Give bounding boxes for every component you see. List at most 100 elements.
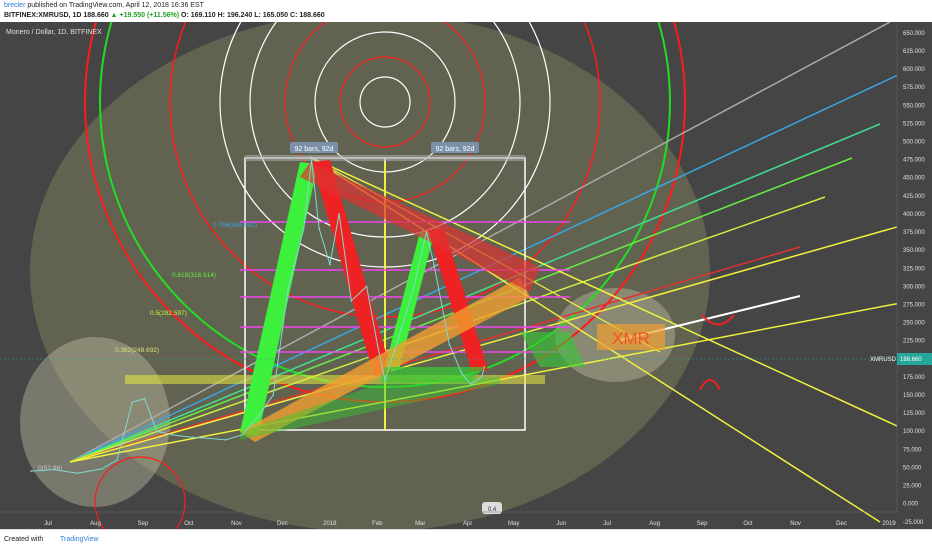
price-point: [483, 366, 486, 368]
x-tick-label: Jul: [44, 521, 52, 527]
y-tick-label: 0.000: [903, 502, 919, 508]
low-value: L: 165.050: [254, 12, 289, 19]
y-tick-label: 150.000: [903, 393, 925, 399]
price-point: [365, 285, 368, 288]
y-tick-label: 125.000: [903, 411, 925, 417]
y-tick-label: 425.000: [903, 194, 925, 200]
publish-info: published on TradingView.com, April 12, …: [27, 2, 204, 9]
price-point: [143, 397, 146, 400]
y-tick-label: -25.000: [903, 520, 924, 526]
x-tick-label: Dec: [277, 521, 288, 527]
xmr-watermark: XMR: [612, 329, 650, 348]
price-point: [272, 394, 275, 396]
fib-label-0: 0(52.98): [38, 465, 62, 472]
x-tick-label: Nov: [231, 521, 242, 527]
x-tick-label: Dec: [836, 521, 847, 527]
change-value: +19.550 (+11.56%): [119, 12, 180, 19]
price-point: [338, 213, 340, 215]
price-point: [448, 343, 451, 346]
price-point: [310, 158, 313, 161]
quote-line: BITFINEX:XMRUSD, 1D 188.660 ▲ +19.550 (+…: [4, 12, 325, 19]
bars-label-1: 92 bars, 92d: [295, 146, 334, 153]
symbol-label: BITFINEX:XMRUSD, 1D: [4, 12, 82, 19]
close-value: C: 188.660: [290, 12, 325, 19]
price-point: [470, 383, 472, 385]
y-tick-label: 475.000: [903, 158, 925, 164]
current-price-symbol: XMRUSD: [870, 357, 897, 363]
x-tick-label: 2019: [882, 521, 896, 527]
price-point: [100, 468, 103, 470]
bars-label-2: 92 bars, 92d: [436, 146, 475, 153]
y-tick-label: 250.000: [903, 321, 925, 327]
fib-label-382: 0.382(248.692): [115, 347, 159, 354]
y-tick-label: 600.000: [903, 67, 925, 73]
price-point: [413, 285, 415, 288]
price-point: [171, 434, 173, 436]
x-tick-label: 2018: [323, 521, 337, 527]
y-tick-label: 275.000: [903, 302, 925, 308]
price-point: [257, 415, 259, 418]
price-point: [209, 437, 212, 440]
y-tick-label: 550.000: [903, 103, 925, 109]
x-tick-label: Feb: [372, 521, 383, 527]
y-tick-label: 100.000: [903, 429, 925, 435]
y-tick-label: 325.000: [903, 266, 925, 272]
footer: Created with TradingView: [0, 529, 932, 550]
price-point: [433, 263, 435, 266]
x-tick-label: Oct: [184, 521, 194, 527]
drawing-layer: XMR 92 bars, 92d 92 bars, 92d 0.786(366.…: [20, 22, 932, 529]
top-bar: [245, 155, 525, 161]
price-point: [224, 439, 227, 441]
y-tick-label: 75.000: [903, 447, 922, 453]
x-tick-label: Jul: [603, 521, 611, 527]
x-tick-label: Mar: [415, 521, 425, 527]
y-tick-label: 25.000: [903, 484, 922, 490]
x-tick-label: Aug: [90, 521, 101, 527]
y-tick-label: 525.000: [903, 121, 925, 127]
price-point: [53, 468, 55, 471]
chart-svg[interactable]: XMR 92 bars, 92d 92 bars, 92d 0.786(366.…: [0, 22, 932, 529]
publish-line: brecler published on TradingView.com, Ap…: [4, 2, 204, 9]
price-point: [398, 336, 400, 338]
open-value: O: 169.110: [181, 12, 216, 19]
x-tick-label: Aug: [649, 521, 660, 527]
y-tick-label: 50.000: [903, 465, 922, 471]
y-tick-label: 500.000: [903, 140, 925, 146]
chart-title: Monero / Dollar, 1D, BITFINEX: [6, 29, 102, 36]
chart-area[interactable]: XMR 92 bars, 92d 92 bars, 92d 0.786(366.…: [0, 22, 932, 529]
x-axis[interactable]: Jul Aug Sep Oct Nov Dec 2018 Feb Mar Apr May Jun Jul…: [44, 521, 896, 527]
y-tick-label: 350.000: [903, 248, 925, 254]
x-tick-label: Jun: [556, 521, 566, 527]
tradingview-logo[interactable]: TradingView: [60, 536, 99, 543]
frown-icon: [699, 379, 721, 391]
y-tick-label: 175.000: [903, 375, 925, 381]
author-link[interactable]: brecler: [4, 2, 25, 9]
x-tick-label: May: [508, 521, 519, 527]
price-point: [241, 434, 244, 436]
price-point: [156, 430, 158, 433]
x-tick-label: Nov: [790, 521, 801, 527]
y-tick-label: 225.000: [903, 339, 925, 345]
price-point: [303, 227, 305, 230]
price-point: [30, 470, 32, 472]
fib-label-618: 0.618(316.614): [172, 272, 216, 279]
price-point: [425, 231, 428, 233]
price-point: [329, 263, 331, 266]
price-point: [384, 379, 386, 382]
y-tick-label: 300.000: [903, 284, 925, 290]
price-point: [480, 376, 483, 378]
price-point: [318, 227, 320, 230]
x-tick-label: Oct: [743, 521, 753, 527]
price-point: [131, 401, 134, 404]
y-tick-label: 450.000: [903, 176, 925, 182]
high-value: H: 196.240: [217, 12, 253, 19]
fib-label-786: 0.786(366.882): [213, 222, 257, 229]
left-circle: [20, 337, 170, 507]
x-tick-label: Apr: [463, 521, 472, 527]
y-tick-label: 375.000: [903, 230, 925, 236]
price-point: [350, 300, 353, 302]
up-arrow-icon: ▲: [110, 12, 118, 19]
x-tick-label: Sep: [138, 521, 149, 527]
price-point: [76, 472, 78, 475]
y-tick-label: 575.000: [903, 85, 925, 91]
